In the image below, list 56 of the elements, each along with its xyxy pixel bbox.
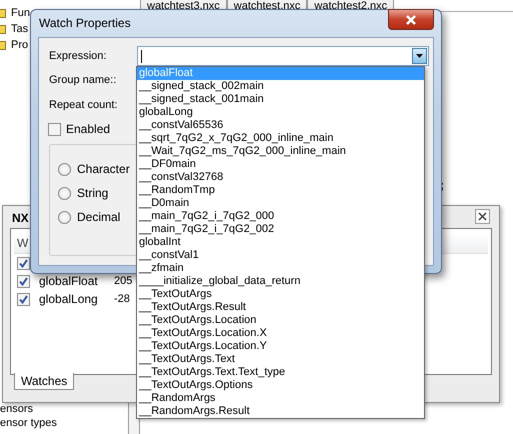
- dropdown-item[interactable]: __TextOutArgs.Result: [137, 301, 424, 314]
- dropdown-item[interactable]: __signed_stack_002main: [137, 80, 424, 93]
- checkbox[interactable]: [17, 274, 30, 288]
- tree-item[interactable]: Pro: [11, 39, 28, 51]
- dropdown-item[interactable]: __Wait_7qG2_ms_7qG2_000_inline_main: [137, 145, 424, 158]
- field-label: Group name::: [49, 74, 116, 86]
- dropdown-item[interactable]: __constVal65536: [137, 119, 424, 132]
- radio-button[interactable]: [58, 186, 71, 200]
- dropdown-item[interactable]: __TextOutArgs.Location.Y: [137, 340, 424, 353]
- tree-item[interactable]: Fun: [11, 7, 30, 19]
- dropdown-item[interactable]: __sqrt_7qG2_x_7qG2_000_inline_main: [137, 132, 424, 145]
- close-button[interactable]: [388, 9, 434, 30]
- dropdown-item[interactable]: __TextOutArgs.Location: [137, 314, 424, 327]
- checkbox[interactable]: [17, 256, 30, 270]
- table-cell: 205: [114, 275, 132, 287]
- radio-label: Character: [77, 162, 130, 176]
- dropdown-item[interactable]: __D0main: [137, 197, 424, 210]
- tree-item[interactable]: ensors: [0, 403, 57, 415]
- dropdown-item[interactable]: __constVal1: [137, 249, 424, 262]
- table-cell: -28: [114, 293, 130, 305]
- panel-title: NX: [12, 211, 29, 225]
- radio-label: String: [77, 186, 108, 200]
- table-cell: globalLong: [39, 292, 98, 306]
- close-icon: [405, 14, 417, 24]
- dropdown-item[interactable]: ____initialize_global_data_return: [137, 275, 424, 288]
- checkbox-label: Enabled: [66, 122, 110, 136]
- dropdown-item[interactable]: __TextOutArgs.Location.X: [137, 327, 424, 340]
- dropdown-item[interactable]: __TextOutArgs.Options: [137, 379, 424, 392]
- dropdown-item[interactable]: __TextOutArgs.Text: [137, 353, 424, 366]
- dropdown-item[interactable]: __DF0main: [137, 158, 424, 171]
- dropdown-item[interactable]: __TextOutArgs: [137, 288, 424, 301]
- dropdown-item[interactable]: __signed_stack_001main: [137, 93, 424, 106]
- dropdown-icon[interactable]: [412, 48, 427, 64]
- close-icon[interactable]: [475, 209, 490, 224]
- dropdown-item[interactable]: globalLong: [137, 106, 424, 119]
- table-cell: globalFloat: [39, 274, 98, 288]
- radio-label: Decimal: [77, 210, 120, 224]
- dropdown-item[interactable]: __zfmain: [137, 262, 424, 275]
- dropdown-item[interactable]: __RandomTmp: [137, 184, 424, 197]
- dropdown-item[interactable]: __constVal32768: [137, 171, 424, 184]
- tree-item[interactable]: Tas: [11, 23, 28, 35]
- radio-button[interactable]: [58, 162, 71, 176]
- dropdown-item[interactable]: __TextOutArgs.Text.Text_type: [137, 366, 424, 379]
- radio-button[interactable]: [58, 210, 71, 224]
- dropdown-item[interactable]: __RandomArgs: [137, 392, 424, 405]
- tree-item[interactable]: ensor types: [0, 417, 57, 429]
- field-label: Expression:: [49, 50, 106, 62]
- watches-tab[interactable]: Watches: [14, 373, 74, 390]
- window-title: Watch Properties: [39, 16, 131, 30]
- checkbox[interactable]: [48, 122, 61, 136]
- dropdown-item[interactable]: __RandomArgs.Result: [137, 405, 424, 418]
- field-label: Repeat count:: [49, 99, 118, 111]
- checkbox[interactable]: [17, 292, 30, 306]
- dropdown-item[interactable]: __main_7qG2_i_7qG2_002: [137, 223, 424, 236]
- dropdown-item[interactable]: globalInt: [137, 236, 424, 249]
- dropdown-item[interactable]: __main_7qG2_i_7qG2_000: [137, 210, 424, 223]
